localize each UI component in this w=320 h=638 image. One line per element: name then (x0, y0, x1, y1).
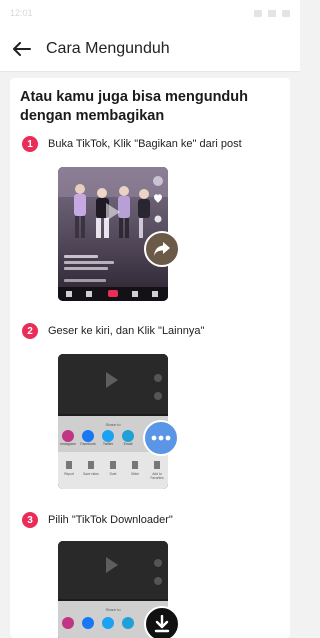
back-button[interactable] (10, 37, 34, 61)
instructions-card: Atau kamu juga bisa mengunduh dengan mem… (10, 78, 290, 638)
step-2: 2 Geser ke kiri, dan Klik "Lainnya" (22, 323, 204, 339)
signal-icon (254, 9, 262, 17)
share-action-label: Duet (109, 472, 117, 476)
step-number: 3 (22, 512, 38, 528)
status-icons (254, 9, 290, 17)
share-action-label: Save video (83, 472, 99, 476)
share-app-row: Instagram Facebook Twitter Email (58, 442, 138, 446)
step-text: Pilih "TikTok Downloader" (48, 514, 173, 526)
back-arrow-icon (13, 41, 31, 56)
more-dots-icon (151, 435, 171, 441)
battery-icon (282, 9, 290, 17)
share-app-label: Twitter (102, 442, 114, 446)
status-bar: 12:01 (0, 0, 300, 26)
share-button-highlight (144, 231, 180, 267)
step-3: 3 Pilih "TikTok Downloader" (22, 512, 173, 528)
share-app-label: Email (123, 442, 133, 446)
share-app-label: Facebook (80, 442, 96, 446)
step-number: 1 (22, 136, 38, 152)
tiktok-downloader-highlight (144, 606, 180, 638)
share-app-label: Instagram (60, 442, 76, 446)
wifi-icon (268, 9, 276, 17)
section-heading: Atau kamu juga bisa mengunduh dengan mem… (20, 89, 248, 124)
share-action-label: Report (64, 472, 74, 476)
download-arrow-icon (154, 615, 170, 633)
share-action-label: Stitch (131, 472, 139, 476)
share-action-row: Report Save video Duet Stitch Add to Fav… (58, 472, 168, 480)
page-title: Cara Mengunduh (46, 39, 170, 57)
status-time: 12:01 (10, 8, 33, 18)
share-action-label: Add to Favorites (150, 472, 164, 480)
step-text: Geser ke kiri, dan Klik "Lainnya" (48, 325, 205, 337)
step-text: Buka TikTok, Klik "Bagikan ke" dari post (48, 138, 242, 150)
step-1: 1 Buka TikTok, Klik "Bagikan ke" dari po… (22, 136, 242, 152)
app-bar: Cara Mengunduh (0, 26, 300, 72)
step-number: 2 (22, 323, 38, 339)
share-arrow-icon (154, 242, 170, 256)
more-button-highlight (143, 420, 179, 456)
